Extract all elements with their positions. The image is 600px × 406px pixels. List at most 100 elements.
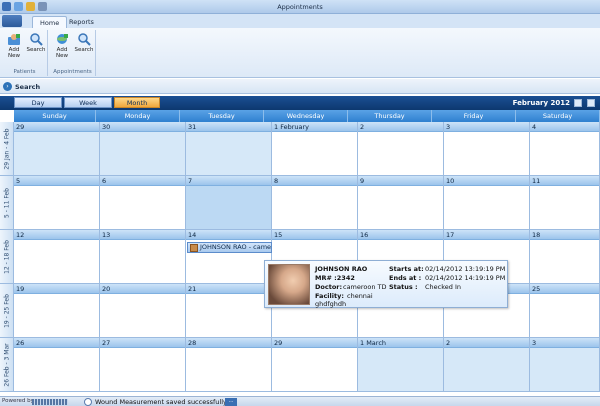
day-cell[interactable]: 14 JOHNSON RAO - came	[186, 230, 272, 284]
search-icon	[29, 33, 43, 46]
day-cell[interactable]: 6	[100, 176, 186, 230]
ribbon-tabs: Home Reports	[0, 14, 600, 28]
day-number: 14	[186, 230, 271, 240]
appointment-text: JOHNSON RAO - came	[200, 243, 272, 251]
calendar-toolbar: Day Week Month February 2012	[0, 96, 600, 110]
day-number: 29	[14, 122, 99, 132]
window-title: Appointments	[277, 3, 323, 11]
tab-reports[interactable]: Reports	[62, 16, 101, 28]
add-patient-icon	[7, 33, 21, 46]
day-cell[interactable]: 31	[186, 122, 272, 176]
day-cell[interactable]: 2	[444, 338, 530, 392]
day-number: 21	[186, 284, 271, 294]
day-number: 11	[530, 176, 599, 186]
day-cell[interactable]: 1 March	[358, 338, 444, 392]
day-cell[interactable]: 26	[14, 338, 100, 392]
day-number: 1 February	[272, 122, 357, 132]
week-label-text: 19 - 25 Feb	[3, 293, 11, 328]
day-cell[interactable]: 3	[530, 338, 600, 392]
day-number: 18	[530, 230, 599, 240]
add-patient-button[interactable]: Add New	[3, 33, 25, 59]
day-header: Friday	[432, 110, 517, 122]
day-number: 5	[14, 176, 99, 186]
day-cell[interactable]: 25	[530, 284, 600, 338]
search-patient-button[interactable]: Search	[25, 33, 47, 53]
day-cell[interactable]: 30	[100, 122, 186, 176]
day-cell[interactable]: 8	[272, 176, 358, 230]
week-label: 12 - 18 Feb	[0, 230, 14, 284]
tooltip-doctor: cameroon TD	[343, 283, 387, 291]
day-number: 3	[530, 338, 599, 348]
week-label: 19 - 25 Feb	[0, 284, 14, 338]
day-cell[interactable]: 12	[14, 230, 100, 284]
status-more-button[interactable]: ...	[225, 398, 237, 406]
grid-icon[interactable]	[587, 99, 595, 107]
month-view-button[interactable]: Month	[114, 97, 160, 108]
tooltip-ends: 02/14/2012 14:19:19 PM	[425, 274, 506, 282]
day-cell[interactable]: 9	[358, 176, 444, 230]
day-number: 19	[14, 284, 99, 294]
day-number: 30	[100, 122, 185, 132]
day-cell[interactable]: 18	[530, 230, 600, 284]
patient-photo	[268, 264, 310, 305]
day-cell[interactable]: 5	[14, 176, 100, 230]
day-cell[interactable]: 11	[530, 176, 600, 230]
appointments-group-label: Appointments	[53, 69, 92, 75]
day-number: 15	[272, 230, 357, 240]
add-appointment-button[interactable]: Add New	[51, 33, 73, 59]
day-cell[interactable]: 29	[14, 122, 100, 176]
search-panel-header[interactable]: › Search	[0, 79, 600, 94]
day-number: 12	[14, 230, 99, 240]
day-cell[interactable]: 21	[186, 284, 272, 338]
week-view-button[interactable]: Week	[64, 97, 112, 108]
week-label-text: 29 Jan - 4 Feb	[3, 127, 11, 170]
search-appointment-button[interactable]: Search	[73, 33, 95, 53]
expand-icon[interactable]: ›	[3, 82, 12, 91]
day-cell[interactable]: 7	[186, 176, 272, 230]
day-cell[interactable]: 27	[100, 338, 186, 392]
status-bar: Powered by : Wound Measurement saved suc…	[0, 396, 600, 406]
day-cell[interactable]: 13	[100, 230, 186, 284]
day-cell[interactable]: 1 February	[272, 122, 358, 176]
day-cell[interactable]: 19	[14, 284, 100, 338]
day-number: 6	[100, 176, 185, 186]
appointments-group: Add New Search Appointments	[50, 30, 96, 76]
day-number: 3	[444, 122, 529, 132]
day-cell[interactable]: 10	[444, 176, 530, 230]
day-cell[interactable]: 29	[272, 338, 358, 392]
day-header: Saturday	[516, 110, 600, 122]
day-header: Thursday	[348, 110, 433, 122]
day-header: Sunday	[14, 110, 97, 122]
tooltip-ends-label: Ends at :	[389, 274, 422, 282]
appointment-item[interactable]: JOHNSON RAO - came	[187, 242, 272, 253]
current-month: February 2012	[512, 99, 570, 107]
day-number: 17	[444, 230, 529, 240]
day-cell[interactable]: 2	[358, 122, 444, 176]
tooltip-starts: 02/14/2012 13:19:19 PM	[425, 265, 506, 273]
status-message: Wound Measurement saved successfully	[95, 398, 227, 406]
week-label-text: 12 - 18 Feb	[3, 239, 11, 274]
week-label-text: 5 - 11 Feb	[3, 187, 11, 218]
day-view-button[interactable]: Day	[14, 97, 62, 108]
patients-group-label: Patients	[13, 69, 36, 75]
day-header: Monday	[96, 110, 181, 122]
day-cell[interactable]: 20	[100, 284, 186, 338]
appointment-tooltip: JOHNSON RAO MR# :2342 Doctor: cameroon T…	[264, 260, 508, 308]
day-number: 26	[14, 338, 99, 348]
day-header: Tuesday	[180, 110, 265, 122]
app-menu-button[interactable]	[2, 15, 22, 27]
tooltip-facility: chennai	[347, 292, 373, 300]
week-label: 5 - 11 Feb	[0, 176, 14, 230]
day-cell[interactable]: 4	[530, 122, 600, 176]
day-cell[interactable]: 3	[444, 122, 530, 176]
day-number: 27	[100, 338, 185, 348]
calendar-picker-icon[interactable]	[574, 99, 582, 107]
day-header: Wednesday	[264, 110, 349, 122]
search-icon	[77, 33, 91, 46]
tooltip-mr: MR# :2342	[315, 274, 355, 282]
week-label: 29 Jan - 4 Feb	[0, 122, 14, 176]
status-icon	[84, 398, 92, 406]
tooltip-patient-name: JOHNSON RAO	[315, 265, 368, 273]
day-cell[interactable]: 28	[186, 338, 272, 392]
day-number: 29	[272, 338, 357, 348]
